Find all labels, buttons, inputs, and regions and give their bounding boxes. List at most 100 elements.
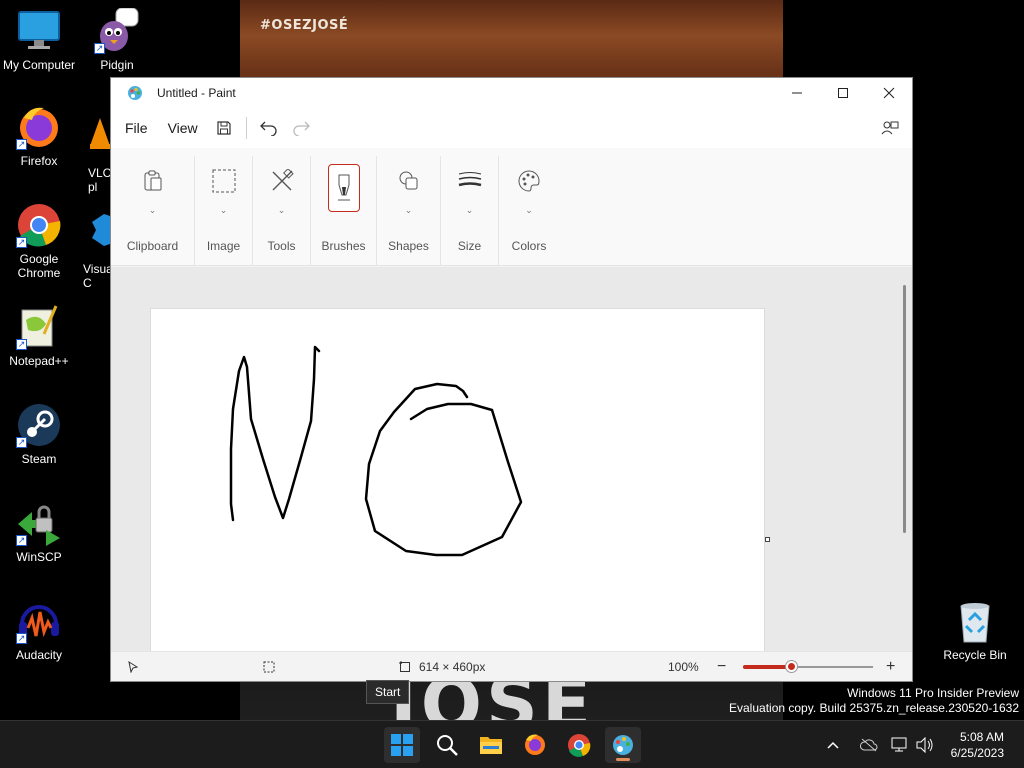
ribbon-group-tools[interactable]: ⌄ Tools (253, 156, 311, 265)
canvas-resize-handle[interactable] (765, 537, 770, 542)
volume-tray-icon[interactable] (916, 721, 934, 768)
zoom-slider-thumb[interactable] (786, 661, 798, 672)
title-bar: Untitled - Paint (111, 78, 912, 108)
zoom-slider[interactable] (743, 661, 873, 672)
zoom-level-text: 100% (668, 659, 699, 674)
paint-app-icon (613, 735, 633, 755)
size-icon (453, 164, 487, 198)
menu-file[interactable]: File (115, 114, 158, 142)
desktop-icon-notepad-plus-plus[interactable]: ↗ Notepad++ (0, 304, 78, 368)
ribbon-label: Brushes (321, 239, 366, 253)
taskbar-file-explorer[interactable] (473, 727, 509, 763)
undo-button[interactable] (253, 113, 285, 143)
ribbon-group-size[interactable]: ⌄ Size (441, 156, 499, 265)
chevron-up-icon (827, 741, 839, 749)
desktop-icon-label: Steam (21, 452, 57, 466)
account-icon (881, 121, 899, 135)
chevron-down-icon: ⌄ (465, 205, 474, 215)
cloud-off-icon (860, 738, 878, 752)
chrome-icon (568, 734, 591, 757)
shortcut-arrow-icon: ↗ (16, 633, 27, 644)
redo-button[interactable] (285, 113, 317, 143)
recycle-bin-icon (952, 598, 998, 644)
selection-icon (263, 661, 275, 672)
palette-icon (512, 164, 546, 198)
close-icon (883, 87, 895, 99)
drawing-canvas[interactable] (150, 308, 765, 652)
desktop-icon-vscode[interactable]: Visua C (78, 212, 110, 290)
selection-icon (207, 164, 241, 198)
chevron-down-icon: ⌄ (219, 205, 228, 215)
maximize-icon (838, 88, 848, 98)
taskbar-firefox[interactable] (517, 727, 553, 763)
wallpaper-tag: #OSEZJOSÉ (260, 18, 349, 33)
vertical-scrollbar[interactable] (903, 285, 906, 533)
canvas-size-icon (399, 660, 410, 672)
ribbon-group-brushes[interactable]: Brushes (311, 156, 377, 265)
close-button[interactable] (866, 78, 912, 108)
menu-view[interactable]: View (158, 114, 208, 142)
desktop-icon-recycle-bin[interactable]: Recycle Bin (936, 598, 1014, 662)
desktop-icon-firefox[interactable]: ↗ Firefox (0, 104, 78, 168)
brush-icon (327, 164, 360, 212)
windows-watermark: Windows 11 Pro Insider Preview Evaluatio… (729, 686, 1019, 716)
tools-icon (265, 164, 299, 198)
ribbon-group-shapes[interactable]: ⌄ Shapes (377, 156, 441, 265)
shortcut-arrow-icon: ↗ (16, 237, 27, 248)
desktop-icon-label: Notepad++ (9, 354, 69, 368)
account-button[interactable] (874, 113, 906, 143)
desktop-icon-label-partial: VLC pl (88, 166, 110, 194)
paint-window: Untitled - Paint File View ⌄ Clipboard ⌄… (110, 77, 913, 682)
show-hidden-icons-button[interactable] (826, 721, 840, 768)
system-clock[interactable]: 5:08 AM 6/25/2023 (951, 729, 1004, 761)
shortcut-arrow-icon: ↗ (16, 139, 27, 150)
maximize-button[interactable] (820, 78, 866, 108)
minimize-icon (792, 92, 802, 94)
windows-logo-icon (391, 734, 413, 756)
save-icon (217, 121, 231, 135)
menu-separator (245, 117, 247, 139)
canvas-size-indicator: 614 × 460px (399, 660, 485, 674)
menu-bar: File View (111, 108, 912, 148)
shortcut-arrow-icon: ↗ (16, 535, 27, 546)
ribbon-label: Image (206, 239, 241, 253)
taskbar: 5:08 AM 6/25/2023 (0, 720, 1024, 768)
start-button[interactable] (384, 727, 420, 763)
shortcut-arrow-icon: ↗ (16, 437, 27, 448)
winscp-icon: ↗ (16, 500, 62, 546)
speaker-icon (916, 737, 933, 753)
canvas-size-text: 614 × 460px (419, 659, 486, 674)
watermark-line-1: Windows 11 Pro Insider Preview (847, 686, 1019, 700)
window-title: Untitled - Paint (157, 86, 236, 100)
desktop-icon-label: Firefox (20, 154, 58, 168)
folder-icon (480, 737, 502, 754)
ribbon-group-clipboard[interactable]: ⌄ Clipboard (111, 156, 195, 265)
watermark-line-2: Evaluation copy. Build 25375.zn_release.… (729, 701, 1019, 715)
network-icon (891, 737, 907, 752)
desktop-icon-audacity[interactable]: ↗ Audacity (0, 598, 78, 662)
canvas-area (111, 267, 912, 652)
taskbar-paint[interactable] (605, 727, 641, 763)
minimize-button[interactable] (774, 78, 820, 108)
desktop-icon-winscp[interactable]: ↗ WinSCP (0, 500, 78, 564)
audacity-icon: ↗ (16, 598, 62, 644)
network-tray-icon[interactable] (891, 721, 909, 768)
ribbon-group-image[interactable]: ⌄ Image (195, 156, 253, 265)
onedrive-tray-icon[interactable] (860, 721, 878, 768)
zoom-in-button[interactable]: + (886, 658, 895, 676)
ribbon-label: Clipboard (126, 239, 179, 253)
zoom-out-button[interactable]: − (717, 658, 726, 676)
desktop-icon-vlc[interactable]: VLC pl (78, 116, 110, 194)
desktop-icon-google-chrome[interactable]: ↗ Google Chrome (0, 202, 78, 280)
ribbon-group-colors[interactable]: ⌄ Colors (499, 156, 559, 265)
search-button[interactable] (429, 727, 465, 763)
desktop-icon-pidgin[interactable]: ↗ Pidgin (78, 7, 156, 72)
ribbon-label: Size (457, 239, 482, 253)
pointer-position-indicator (127, 660, 139, 673)
taskbar-chrome[interactable] (561, 727, 597, 763)
selection-size-indicator (263, 661, 275, 673)
save-button[interactable] (208, 113, 240, 143)
desktop-icon-steam[interactable]: ↗ Steam (0, 402, 78, 466)
desktop-icon-my-computer[interactable]: My Computer (0, 8, 78, 72)
monitor-icon (16, 8, 62, 54)
